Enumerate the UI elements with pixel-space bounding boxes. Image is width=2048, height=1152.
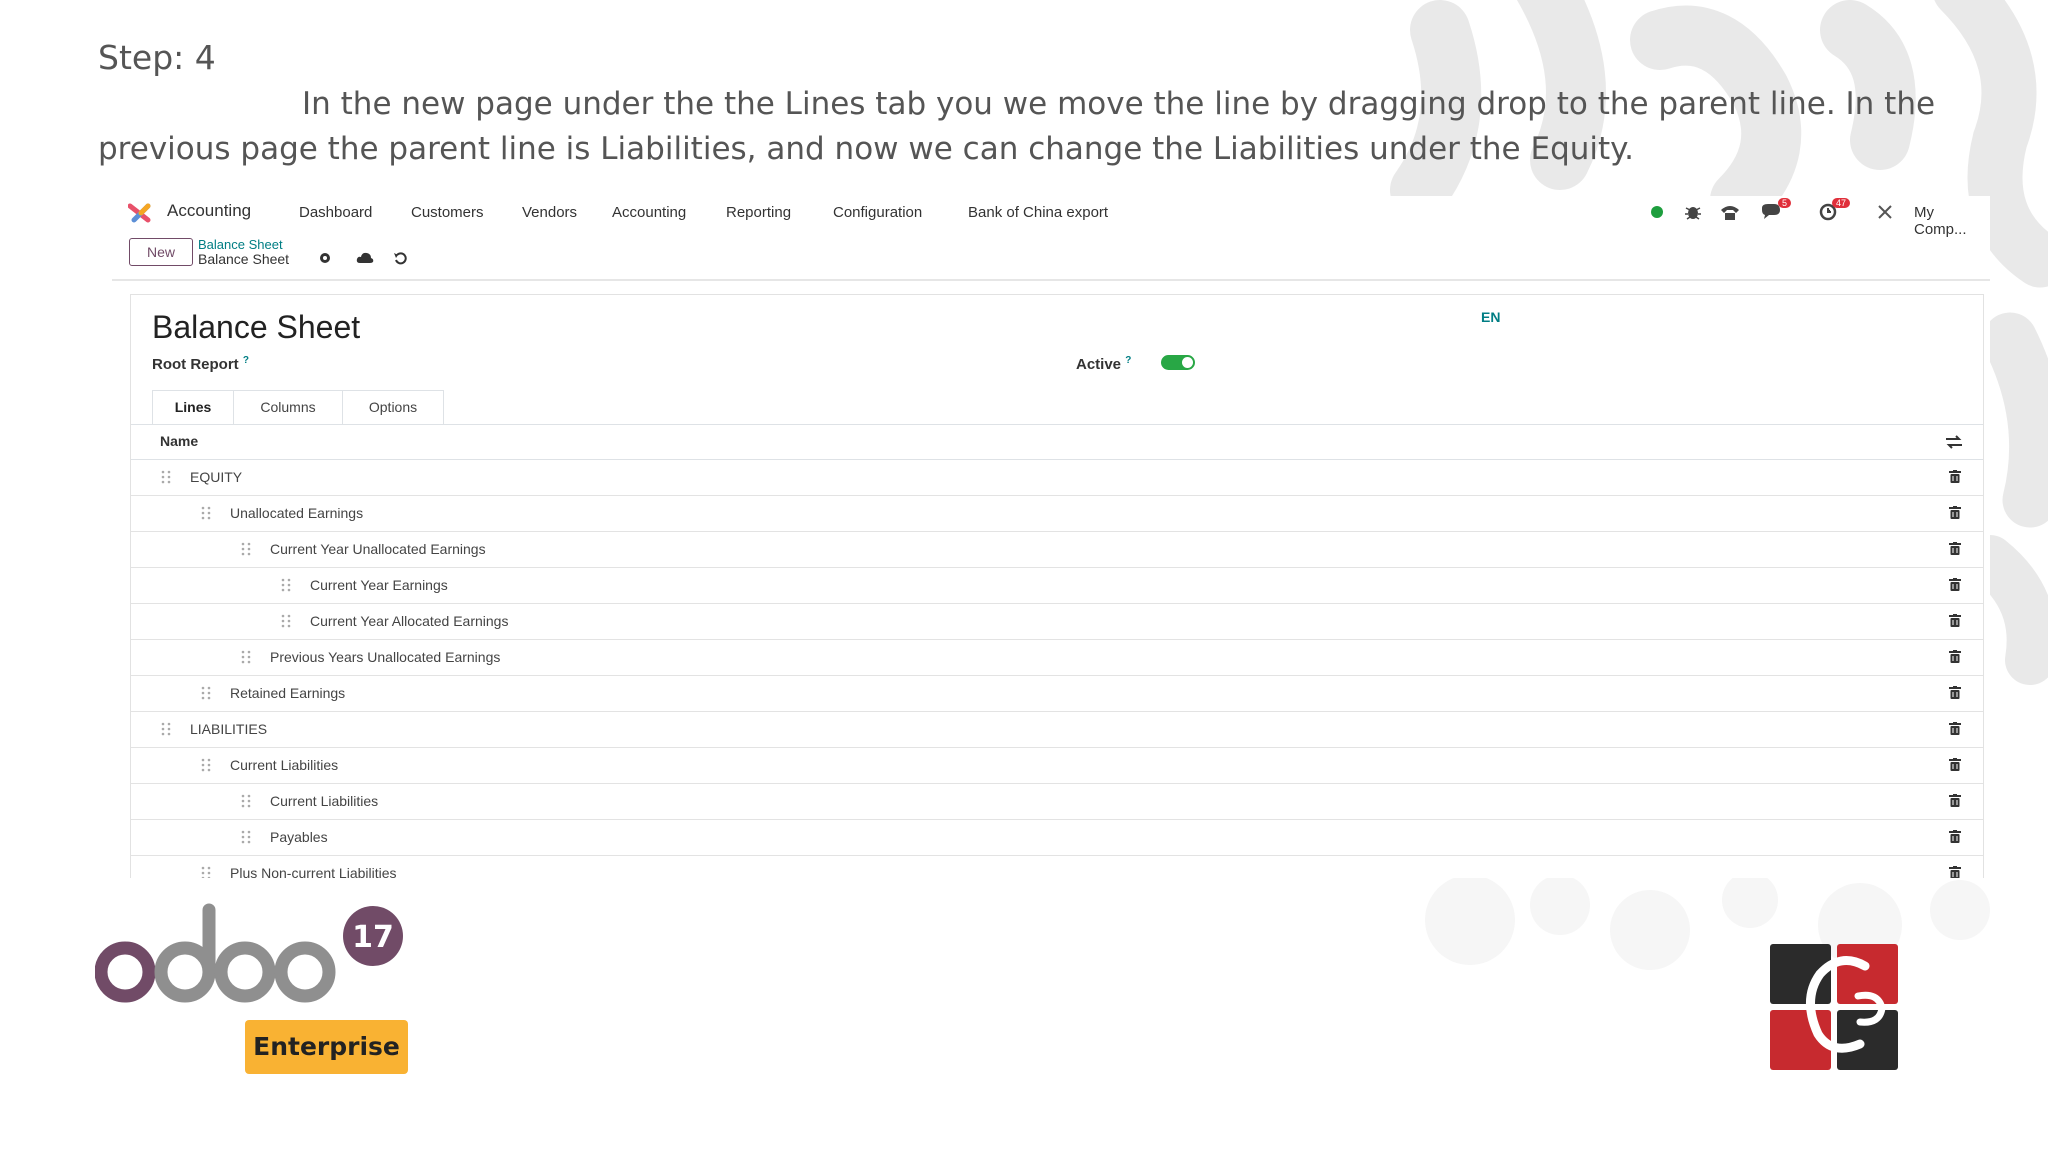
breadcrumb-current: Balance Sheet — [198, 251, 290, 267]
root-report-field: Root Report ? — [152, 355, 249, 373]
trash-icon[interactable] — [1949, 614, 1961, 627]
trash-icon[interactable] — [1949, 578, 1961, 591]
tab-columns[interactable]: Columns — [233, 390, 343, 424]
menu-dashboard[interactable]: Dashboard — [299, 204, 372, 221]
trash-icon[interactable] — [1949, 866, 1961, 878]
online-status-icon — [1651, 206, 1663, 218]
trash-icon[interactable] — [1949, 650, 1961, 663]
gear-icon[interactable] — [318, 251, 332, 265]
drag-handle-icon[interactable] — [240, 793, 254, 809]
row-name[interactable]: Payables — [270, 829, 328, 845]
drag-handle-icon[interactable] — [200, 685, 214, 701]
row-name[interactable]: Retained Earnings — [230, 685, 345, 701]
row-name[interactable]: Current Year Earnings — [310, 577, 448, 593]
tools-icon[interactable] — [1876, 202, 1894, 222]
trash-icon[interactable] — [1949, 542, 1961, 555]
table-row[interactable]: LIABILITIES — [131, 712, 1983, 748]
lines-table-header: Name — [131, 425, 1983, 460]
drag-handle-icon[interactable] — [200, 865, 214, 878]
table-row[interactable]: Retained Earnings — [131, 676, 1983, 712]
table-row[interactable]: Unallocated Earnings — [131, 496, 1983, 532]
report-title[interactable]: Balance Sheet — [152, 309, 360, 346]
drag-handle-icon[interactable] — [280, 577, 294, 593]
control-divider — [112, 279, 1990, 281]
tab-options[interactable]: Options — [342, 390, 444, 424]
row-name[interactable]: Previous Years Unallocated Earnings — [270, 649, 500, 665]
trash-icon[interactable] — [1949, 830, 1961, 843]
table-row[interactable]: Current Year Unallocated Earnings — [131, 532, 1983, 568]
row-name[interactable]: Current Liabilities — [270, 793, 378, 809]
table-row[interactable]: Plus Non-current Liabilities — [131, 856, 1983, 878]
lines-table-body: EQUITY Unallocated Earnings Current Year U… — [131, 460, 1983, 878]
drag-handle-icon[interactable] — [160, 469, 174, 485]
app-name[interactable]: Accounting — [167, 201, 251, 221]
menu-accounting[interactable]: Accounting — [612, 204, 686, 221]
row-name[interactable]: Current Year Unallocated Earnings — [270, 541, 486, 557]
table-row[interactable]: Current Liabilities — [131, 748, 1983, 784]
table-row[interactable]: Current Liabilities — [131, 784, 1983, 820]
column-header-name[interactable]: Name — [160, 433, 198, 449]
tab-lines[interactable]: Lines — [152, 390, 234, 425]
drag-handle-icon[interactable] — [280, 613, 294, 629]
menu-bank-of-china-export[interactable]: Bank of China export — [968, 204, 1108, 221]
trash-icon[interactable] — [1949, 794, 1961, 807]
drag-handle-icon[interactable] — [200, 757, 214, 773]
trash-icon[interactable] — [1949, 506, 1961, 519]
menu-configuration[interactable]: Configuration — [833, 204, 922, 221]
report-form: Balance Sheet EN Root Report ? Active ? … — [130, 294, 1984, 878]
instruction-text: In the new page under the the Lines tab … — [98, 86, 1936, 167]
odoo-17-logo: 17 — [95, 903, 403, 1003]
table-row[interactable]: Current Year Allocated Earnings — [131, 604, 1983, 640]
drag-handle-icon[interactable] — [200, 505, 214, 521]
optional-columns-icon[interactable] — [1945, 435, 1963, 449]
menu-reporting[interactable]: Reporting — [726, 204, 791, 221]
trash-icon[interactable] — [1949, 722, 1961, 735]
active-label: Active — [1076, 356, 1122, 373]
debug-bug-icon[interactable] — [1684, 202, 1702, 222]
drag-handle-icon[interactable] — [240, 649, 254, 665]
activity-badge: 47 — [1832, 198, 1851, 208]
drag-handle-icon[interactable] — [240, 541, 254, 557]
table-row[interactable]: EQUITY — [131, 460, 1983, 496]
odoo-screenshot: Accounting Dashboard Customers Vendors A… — [112, 196, 1990, 878]
trash-icon[interactable] — [1949, 758, 1961, 771]
active-toggle[interactable] — [1161, 355, 1195, 370]
row-name[interactable]: Current Liabilities — [230, 757, 338, 773]
root-report-label: Root Report — [152, 356, 239, 373]
drag-handle-icon[interactable] — [240, 829, 254, 845]
row-name[interactable]: Unallocated Earnings — [230, 505, 363, 521]
trash-icon[interactable] — [1949, 470, 1961, 483]
discard-undo-icon[interactable] — [393, 251, 409, 265]
accounting-app-icon[interactable] — [128, 202, 152, 224]
step-heading: Step: 4 — [98, 38, 216, 77]
breadcrumb-parent-link[interactable]: Balance Sheet — [198, 237, 283, 252]
row-name[interactable]: LIABILITIES — [190, 721, 267, 737]
row-name[interactable]: EQUITY — [190, 469, 242, 485]
phone-icon[interactable] — [1719, 202, 1741, 222]
menu-customers[interactable]: Customers — [411, 204, 484, 221]
company-logo — [1770, 944, 1898, 1070]
menu-vendors[interactable]: Vendors — [522, 204, 577, 221]
active-help-icon[interactable]: ? — [1125, 355, 1131, 366]
cloud-save-icon[interactable] — [356, 251, 374, 265]
control-panel: New Balance Sheet Balance Sheet — [112, 236, 1990, 276]
table-row[interactable]: Payables — [131, 820, 1983, 856]
company-switcher[interactable]: My Comp... — [1914, 204, 1990, 238]
table-row[interactable]: Previous Years Unallocated Earnings — [131, 640, 1983, 676]
top-navbar: Accounting Dashboard Customers Vendors A… — [112, 196, 1990, 238]
record-actions — [318, 251, 409, 270]
enterprise-badge: Enterprise — [245, 1020, 408, 1074]
trash-icon[interactable] — [1949, 686, 1961, 699]
language-button[interactable]: EN — [1481, 309, 1500, 325]
active-field: Active ? — [1076, 355, 1131, 373]
table-row[interactable]: Current Year Earnings — [131, 568, 1983, 604]
new-button[interactable]: New — [129, 238, 193, 266]
row-name[interactable]: Current Year Allocated Earnings — [310, 613, 508, 629]
row-name[interactable]: Plus Non-current Liabilities — [230, 865, 397, 878]
odoo-version: 17 — [352, 920, 394, 955]
root-report-help-icon[interactable]: ? — [243, 355, 249, 366]
drag-handle-icon[interactable] — [160, 721, 174, 737]
messages-badge: 5 — [1778, 198, 1792, 208]
